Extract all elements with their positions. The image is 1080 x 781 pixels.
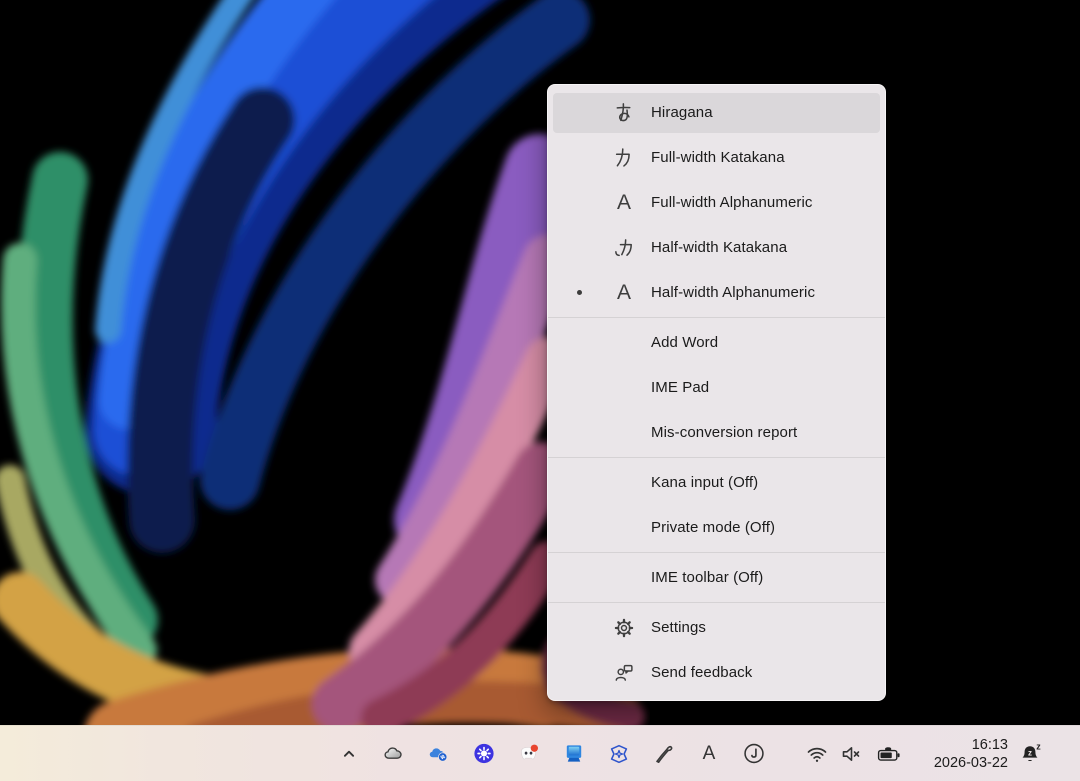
taskbar-clock[interactable]: 16:13 2026-03-22	[916, 736, 1008, 772]
clock-date: 2026-03-22	[916, 754, 1008, 772]
indigo-flower-icon[interactable]	[472, 742, 496, 766]
halfwidth-alphanumeric-icon: A	[606, 282, 642, 303]
letter-j-circle-icon[interactable]	[742, 742, 766, 766]
menu-item-label: Mis-conversion report	[651, 424, 797, 441]
discord-icon[interactable]	[517, 742, 541, 766]
menu-item-halfwidth-alphanumeric[interactable]: A Half-width Alphanumeric	[553, 273, 880, 313]
glyph-a: A	[617, 282, 631, 303]
box-sparkle-icon[interactable]	[607, 742, 631, 766]
glyph-a: A	[617, 192, 631, 213]
menu-item-kana-input[interactable]: Kana input (Off)	[553, 463, 880, 503]
menu-item-add-word[interactable]: Add Word	[553, 323, 880, 363]
menu-item-send-feedback[interactable]: Send feedback	[553, 653, 880, 693]
menu-item-label: Add Word	[651, 334, 718, 351]
menu-item-hiragana[interactable]: Hiragana	[553, 93, 880, 133]
menu-item-label: Hiragana	[651, 104, 713, 121]
blue-monitor-icon[interactable]	[562, 742, 586, 766]
menu-item-label: Settings	[651, 619, 706, 636]
radio-slot	[567, 290, 591, 295]
taskbar: A	[0, 725, 1080, 781]
menu-item-label: Send feedback	[651, 664, 752, 681]
menu-separator	[548, 317, 885, 318]
ime-mode-a-icon[interactable]: A	[697, 742, 721, 766]
pen-icon[interactable]	[652, 742, 676, 766]
menu-separator	[548, 602, 885, 603]
hiragana-icon	[606, 101, 642, 124]
halfwidth-katakana-icon	[606, 236, 642, 259]
svg-text:z: z	[1036, 741, 1041, 751]
chevron-up-icon[interactable]	[337, 742, 361, 766]
menu-item-label: Kana input (Off)	[651, 474, 758, 491]
menu-item-ime-pad[interactable]: IME Pad	[553, 368, 880, 408]
volume-mute-icon[interactable]	[838, 742, 864, 766]
svg-text:z: z	[1028, 748, 1032, 757]
settings-gear-icon	[606, 617, 642, 639]
menu-item-label: Half-width Alphanumeric	[651, 284, 815, 301]
clock-time: 16:13	[916, 736, 1008, 754]
menu-separator	[548, 552, 885, 553]
system-tray: A	[337, 736, 1053, 772]
menu-item-settings[interactable]: Settings	[553, 608, 880, 648]
menu-item-label: Full-width Alphanumeric	[651, 194, 813, 211]
wifi-icon[interactable]	[804, 742, 830, 766]
menu-item-label: Half-width Katakana	[651, 239, 787, 256]
menu-item-label: IME toolbar (Off)	[651, 569, 763, 586]
menu-item-label: Full-width Katakana	[651, 149, 785, 166]
desktop: Hiragana Full-width Katakana A Full-widt…	[0, 0, 1080, 781]
menu-item-halfwidth-katakana[interactable]: Half-width Katakana	[553, 228, 880, 268]
ime-mode-letter: A	[703, 744, 716, 763]
send-feedback-icon	[606, 662, 642, 684]
menu-item-label: IME Pad	[651, 379, 709, 396]
fullwidth-katakana-icon	[606, 146, 642, 169]
selected-dot	[577, 290, 582, 295]
fullwidth-alphanumeric-icon: A	[606, 192, 642, 213]
menu-item-ime-toolbar[interactable]: IME toolbar (Off)	[553, 558, 880, 598]
menu-item-label: Private mode (Off)	[651, 519, 775, 536]
menu-item-private-mode[interactable]: Private mode (Off)	[553, 508, 880, 548]
focus-bell-icon[interactable]: z z	[1017, 742, 1043, 766]
menu-item-fullwidth-alphanumeric[interactable]: A Full-width Alphanumeric	[553, 183, 880, 223]
onedrive-cloud-icon[interactable]	[382, 742, 406, 766]
menu-item-fullwidth-katakana[interactable]: Full-width Katakana	[553, 138, 880, 178]
menu-separator	[548, 457, 885, 458]
battery-charging-icon[interactable]	[876, 742, 902, 766]
cloud-sync-icon[interactable]	[427, 742, 451, 766]
ime-context-menu: Hiragana Full-width Katakana A Full-widt…	[547, 84, 886, 701]
menu-item-misconversion-report[interactable]: Mis-conversion report	[553, 413, 880, 453]
